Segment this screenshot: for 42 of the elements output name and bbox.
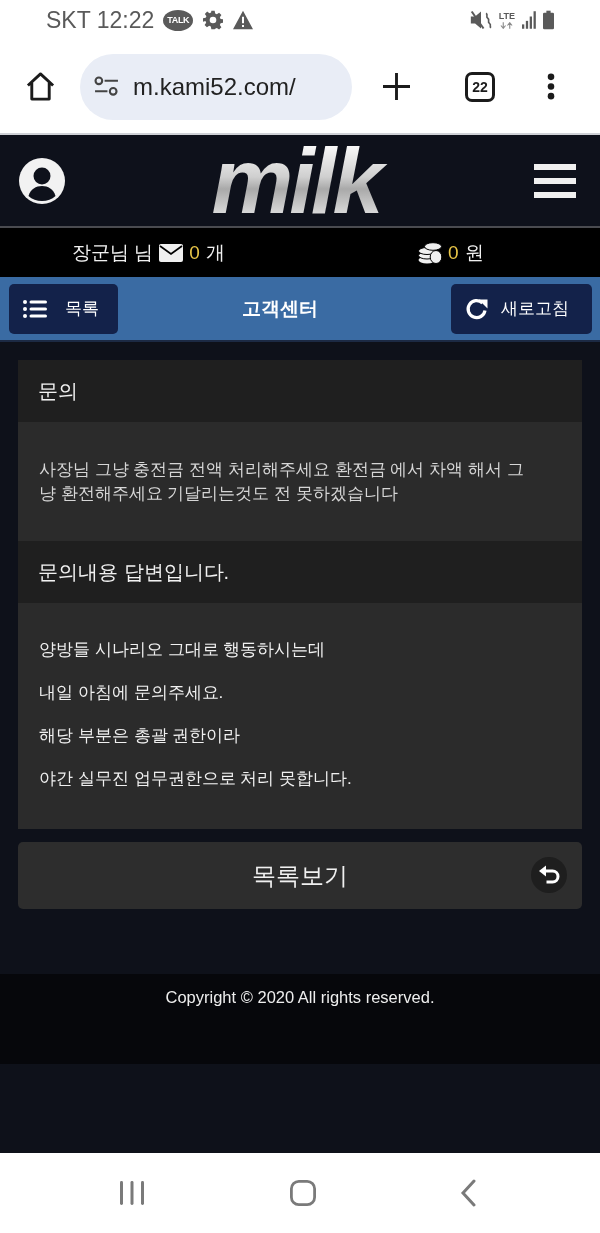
answer-line: 양방들 시나리오 그대로 행동하시는데: [39, 638, 327, 661]
gear-icon: [203, 10, 224, 30]
currency-unit: 원: [464, 240, 484, 265]
username: 장군님 님: [72, 240, 154, 265]
back-to-list-button[interactable]: 목록보기: [18, 842, 582, 909]
back-icon[interactable]: [460, 1179, 476, 1207]
envelope-icon[interactable]: [159, 243, 184, 262]
recent-apps-icon[interactable]: [119, 1180, 145, 1206]
chat-app-badge: TALK: [163, 9, 194, 31]
refresh-icon: [465, 296, 489, 321]
section-title: 문의: [38, 378, 78, 404]
more-options-icon[interactable]: [547, 73, 555, 100]
coins-icon: [418, 241, 442, 264]
balance-amount: 0: [448, 241, 459, 264]
list-button[interactable]: 목록: [9, 283, 118, 334]
undo-icon: [531, 857, 567, 893]
battery-icon: [543, 10, 554, 30]
page-title: 고객센터: [241, 296, 319, 321]
message-unit: 개: [205, 240, 225, 265]
answer-line: 내일 아침에 문의주세요.: [39, 681, 225, 704]
url-text: m.kami52.com/: [133, 72, 296, 101]
section-title: 문의내용 답변입니다.: [38, 559, 230, 585]
address-field[interactable]: m.kami52.com/: [80, 53, 352, 120]
data-arrows-icon: [500, 22, 514, 29]
mute-icon: [469, 10, 492, 30]
menu-icon[interactable]: [534, 163, 576, 198]
answer-line: 야간 실무진 업무권한으로 처리 못합니다.: [39, 767, 353, 790]
warning-icon: [233, 10, 254, 30]
refresh-button[interactable]: 새로고침: [451, 283, 592, 334]
plus-icon[interactable]: [383, 73, 410, 100]
status-time: SKT 12:22: [46, 6, 155, 34]
signal-icon: [522, 11, 536, 29]
profile-icon[interactable]: [19, 157, 65, 204]
list-icon: [23, 299, 47, 318]
copyright-text: Copyright © 2020 All rights reserved.: [165, 988, 435, 1008]
home-icon[interactable]: [25, 71, 56, 102]
tab-count-button[interactable]: 22: [465, 71, 495, 102]
network-type: LTE: [498, 11, 515, 21]
message-count: 0: [189, 241, 200, 264]
inquiry-text: 사장님 그냥 충전금 전액 처리해주세요 환전금 에서 차액 해서 그냥 환전해주세요 기달리는것도 전 못하겠습니다: [39, 458, 525, 505]
site-settings-icon[interactable]: [94, 76, 119, 97]
answer-line: 해당 부분은 총괄 권한이라: [39, 724, 242, 747]
